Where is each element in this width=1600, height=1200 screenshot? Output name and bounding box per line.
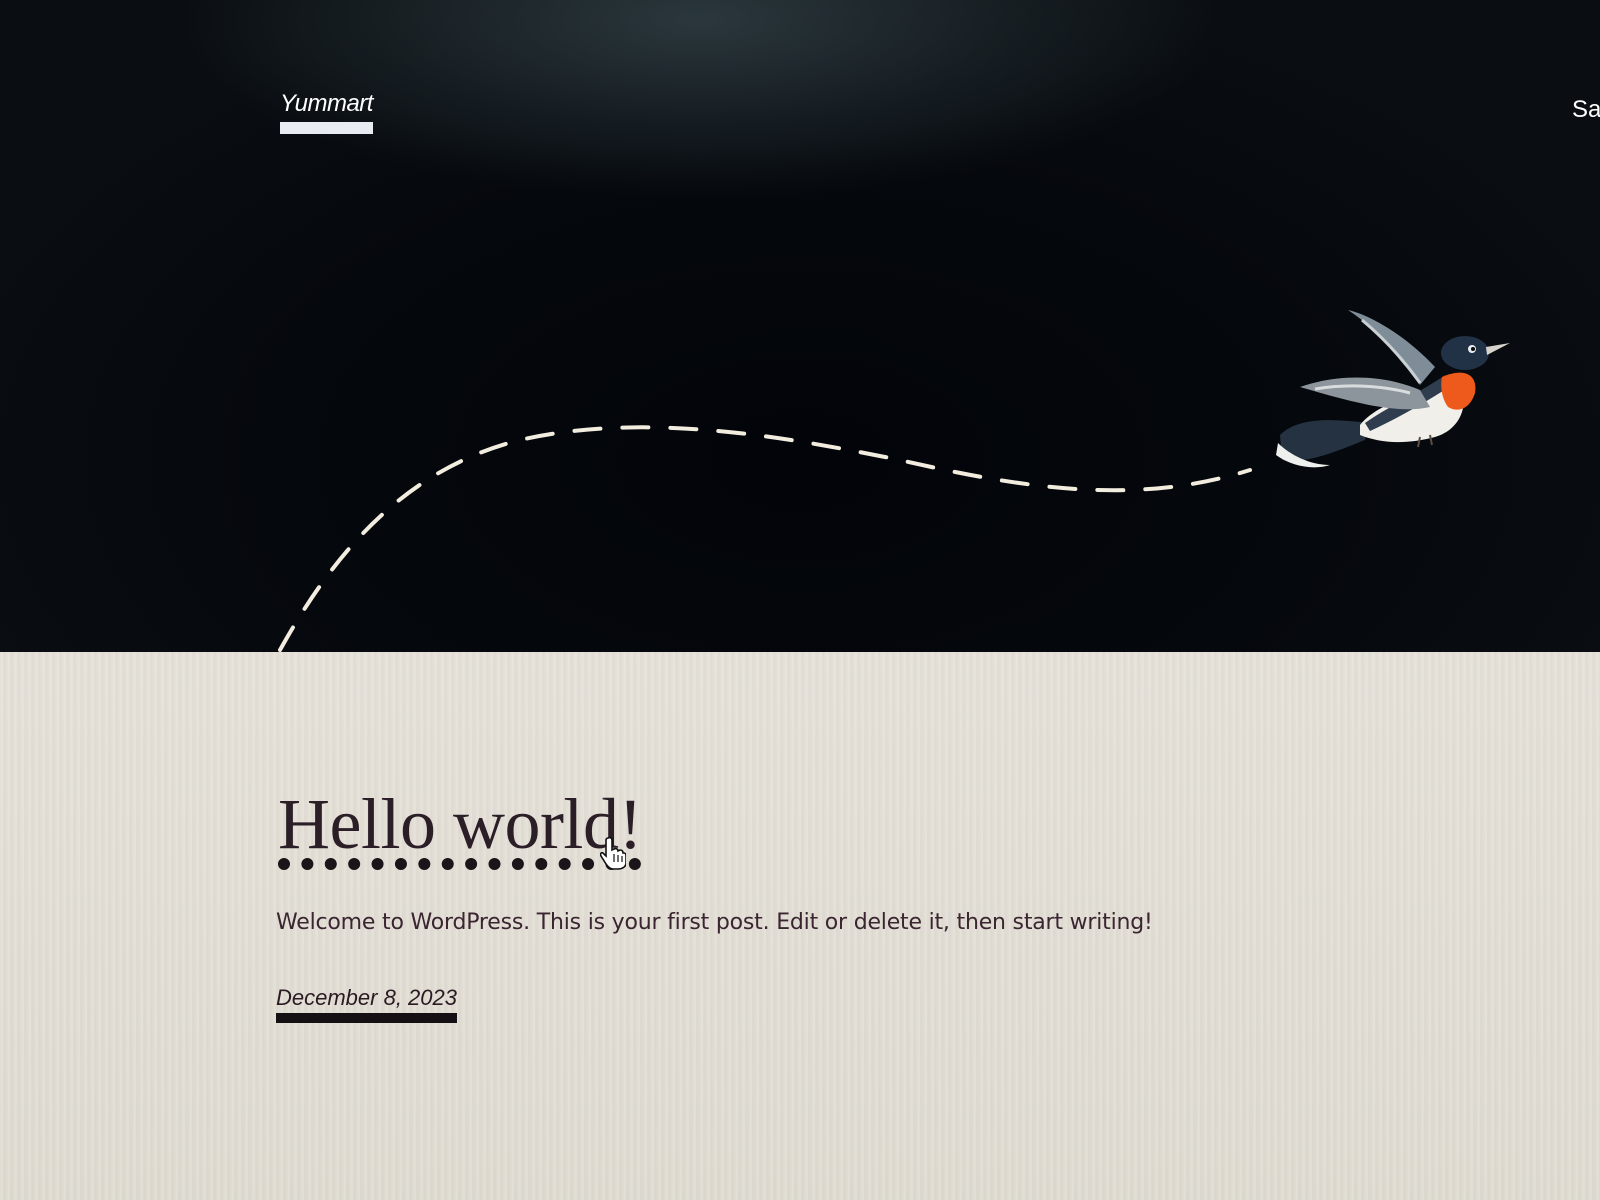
post-date-link[interactable]: December 8, 2023 — [276, 985, 457, 1023]
site-header: Yummart Sample Page — [0, 0, 1600, 652]
hand-pointer-icon — [600, 836, 626, 870]
post-excerpt: Welcome to WordPress. This is your first… — [276, 910, 1153, 935]
main-content: Hello world! Welcome to WordPress. This … — [0, 652, 1600, 1200]
flying-bird-icon — [1276, 310, 1510, 468]
page: Yummart Sample Page — [0, 0, 1600, 1200]
post-title-link[interactable]: Hello world! — [278, 782, 642, 866]
